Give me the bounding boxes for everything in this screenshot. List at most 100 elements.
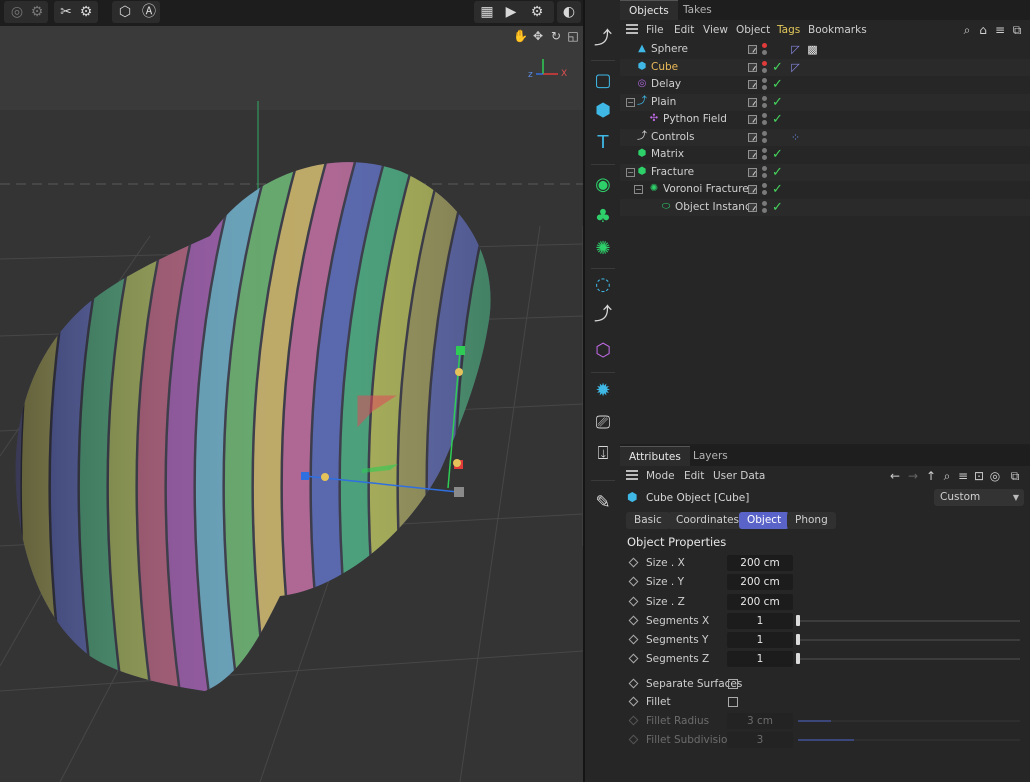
material-icon[interactable]: ◐ xyxy=(560,3,578,21)
coordinate-system-icon[interactable]: ⤴ xyxy=(590,26,616,52)
search-icon[interactable]: ⌕ xyxy=(960,22,974,38)
spline-primitive-icon[interactable]: ▢ xyxy=(590,68,616,94)
tab-coordinates[interactable]: Coordinates xyxy=(668,512,748,529)
tab-object[interactable]: Object xyxy=(739,512,790,529)
edit-render-settings-icon[interactable]: ⚙ xyxy=(528,3,546,21)
enabled-check-icon[interactable]: ✓ xyxy=(772,164,786,181)
new-window-icon[interactable]: ⧉ xyxy=(1010,22,1024,38)
edit-visibility-icon[interactable] xyxy=(748,98,757,107)
enabled-check-icon[interactable]: ✓ xyxy=(772,111,786,128)
light-icon[interactable]: ⍗ xyxy=(590,441,616,467)
object-row[interactable]: ⬢ Cube ✓ ◸ xyxy=(620,59,1030,76)
render-to-picture-viewer-icon[interactable]: ▶ xyxy=(502,3,520,21)
forward-arrow-icon[interactable]: → xyxy=(906,468,920,484)
filter-icon[interactable]: ≡ xyxy=(993,22,1007,38)
keyframe-diamond-icon[interactable] xyxy=(628,576,639,587)
mograph-effector-icon[interactable]: ✺ xyxy=(590,236,616,262)
render-view-icon[interactable]: ▦ xyxy=(478,3,496,21)
null-object-icon[interactable]: ⤴ xyxy=(590,302,616,328)
keyframe-diamond-icon[interactable] xyxy=(628,653,639,664)
keyframe-diamond-icon[interactable] xyxy=(628,557,639,568)
edit-visibility-icon[interactable] xyxy=(748,45,757,54)
slider-knob[interactable] xyxy=(796,653,800,664)
object-row[interactable]: ⬢ Matrix ✓ xyxy=(620,146,1030,163)
object-name[interactable]: Matrix xyxy=(651,146,684,163)
property-value-field[interactable]: 1 xyxy=(727,613,793,629)
slider-knob[interactable] xyxy=(796,615,800,626)
visibility-dots-icon[interactable] xyxy=(762,60,768,75)
texture-tag-icon[interactable]: ◸ xyxy=(789,61,802,74)
tab-takes[interactable]: Takes xyxy=(674,0,721,20)
home-icon[interactable]: ⌂ xyxy=(976,22,990,38)
keyframe-diamond-icon[interactable] xyxy=(628,678,639,689)
enabled-check-icon[interactable]: ✓ xyxy=(772,94,786,111)
edit-visibility-icon[interactable] xyxy=(748,203,757,212)
pan-hand-icon[interactable]: ✋ xyxy=(513,29,528,43)
property-value-field[interactable]: 200 cm xyxy=(727,574,793,590)
move-camera-icon[interactable]: ✥ xyxy=(531,29,545,43)
keyframe-diamond-icon[interactable] xyxy=(628,634,639,645)
lock-icon[interactable]: ⊡ xyxy=(972,468,986,484)
property-value-field[interactable]: 200 cm xyxy=(727,594,793,610)
keyframe-diamond-icon[interactable] xyxy=(628,715,639,726)
back-arrow-icon[interactable]: ← xyxy=(888,468,902,484)
fractured-shell-model[interactable] xyxy=(0,126,583,726)
edit-visibility-icon[interactable] xyxy=(748,150,757,159)
cloner-icon[interactable]: ♣ xyxy=(590,204,616,230)
object-row[interactable]: ✣ Python Field ✓ xyxy=(620,111,1030,128)
menu-object[interactable]: Object xyxy=(736,22,770,38)
property-value-field[interactable]: 3 cm xyxy=(727,713,793,729)
visibility-dots-icon[interactable] xyxy=(762,77,768,92)
object-name[interactable]: Fracture xyxy=(651,164,694,181)
search-icon[interactable]: ⌕ xyxy=(940,468,954,484)
keyframe-diamond-icon[interactable] xyxy=(628,696,639,707)
visibility-dots-icon[interactable] xyxy=(762,112,768,127)
checkbox[interactable] xyxy=(728,679,738,689)
object-name[interactable]: Plain xyxy=(651,94,676,111)
visibility-dots-icon[interactable] xyxy=(762,147,768,162)
menu-tags[interactable]: Tags xyxy=(777,22,800,38)
rotate-camera-icon[interactable]: ↻ xyxy=(549,29,563,43)
collapse-toggle-icon[interactable]: − xyxy=(626,98,635,107)
collapse-toggle-icon[interactable]: − xyxy=(634,185,643,194)
menu-edit[interactable]: Edit xyxy=(684,468,704,484)
edit-visibility-icon[interactable] xyxy=(748,80,757,89)
edit-visibility-icon[interactable] xyxy=(748,168,757,177)
3d-viewport[interactable]: z X ✋ ✥ ↻ ◱ xyxy=(0,26,583,782)
hamburger-menu-icon[interactable] xyxy=(626,24,638,34)
menu-file[interactable]: File xyxy=(646,22,664,38)
target-icon[interactable]: ◎ xyxy=(988,468,1002,484)
property-value-field[interactable]: 1 xyxy=(727,632,793,648)
material-tag-icon[interactable]: ▩ xyxy=(806,43,819,56)
object-row[interactable]: − ⤴ Plain ✓ xyxy=(620,94,1030,111)
object-row[interactable]: − ⬢ Fracture ✓ xyxy=(620,164,1030,181)
edit-visibility-icon[interactable] xyxy=(748,133,757,142)
object-name[interactable]: Delay xyxy=(651,76,681,93)
visibility-dots-icon[interactable] xyxy=(762,200,768,215)
menu-edit[interactable]: Edit xyxy=(674,22,694,38)
object-name[interactable]: Cube xyxy=(651,59,678,76)
render-settings-icon[interactable]: ⚙ xyxy=(28,3,46,21)
deformer-icon[interactable]: ◌ xyxy=(590,272,616,298)
keyframe-diamond-icon[interactable] xyxy=(628,596,639,607)
visibility-dots-icon[interactable] xyxy=(762,165,768,180)
tab-layers[interactable]: Layers xyxy=(684,446,737,466)
value-slider[interactable] xyxy=(798,720,1020,722)
visibility-dots-icon[interactable] xyxy=(762,95,768,110)
object-row[interactable]: ⬭ Object Instance ✓ xyxy=(620,199,1030,216)
property-value-field[interactable]: 1 xyxy=(727,651,793,667)
value-slider[interactable] xyxy=(798,639,1020,641)
object-name[interactable]: Python Field xyxy=(663,111,727,128)
keyframe-diamond-icon[interactable] xyxy=(628,615,639,626)
maximize-view-icon[interactable]: ◱ xyxy=(566,29,580,43)
value-slider[interactable] xyxy=(798,658,1020,660)
object-name[interactable]: Voronoi Fracture xyxy=(663,181,749,198)
snapping-icon[interactable]: ✂ xyxy=(57,3,75,21)
menu-bookmarks[interactable]: Bookmarks xyxy=(808,22,867,38)
hamburger-menu-icon[interactable] xyxy=(626,470,638,480)
up-arrow-icon[interactable]: ↑ xyxy=(924,468,938,484)
snap-settings-icon[interactable]: ⚙ xyxy=(77,3,95,21)
object-row[interactable]: ◎ Delay ✓ xyxy=(620,76,1030,93)
property-value-field[interactable]: 200 cm xyxy=(727,555,793,571)
enabled-check-icon[interactable]: ✓ xyxy=(772,181,786,198)
